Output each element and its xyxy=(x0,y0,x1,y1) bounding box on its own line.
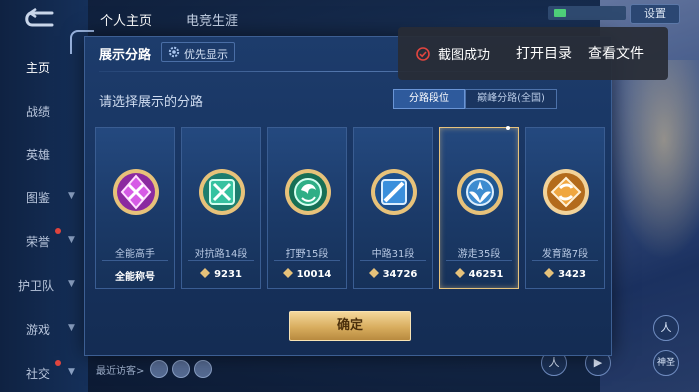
lane-score: 46251 xyxy=(440,268,518,280)
chevron-down-icon: ▼ xyxy=(68,367,75,377)
clash-lane-emblem-icon xyxy=(199,169,245,215)
selection-marker xyxy=(506,126,510,130)
score-value: 46251 xyxy=(468,269,504,280)
mid-lane-emblem-icon xyxy=(371,169,417,215)
score-value: 3423 xyxy=(558,269,586,280)
tab-peak-lane-national[interactable]: 巅峰分路(全国) xyxy=(465,89,557,109)
lane-score: 3423 xyxy=(526,268,604,280)
recent-visitors-label[interactable]: 最近访客> xyxy=(96,362,144,377)
gear-icon xyxy=(168,46,180,58)
confirm-button[interactable]: 确定 xyxy=(289,311,411,341)
sidebar-item-label: 图鉴 xyxy=(26,191,51,205)
tab-esports-career[interactable]: 电竞生涯 xyxy=(186,10,238,29)
lane-name: 中路31段 xyxy=(371,249,415,260)
sidebar: 主页 战绩 英雄 图鉴 ▼ 荣誉 ▼ 护卫队 ▼ 游戏 ▼ 社交 ▼ xyxy=(0,0,88,392)
status-chip xyxy=(548,6,626,20)
divider xyxy=(360,260,426,261)
select-lane-prompt: 请选择展示的分路 xyxy=(99,95,204,110)
lane-name: 发育路7段 xyxy=(541,249,589,260)
lane-card-farm-lane[interactable]: 发育路7段 3423 xyxy=(525,127,605,289)
points-icon xyxy=(368,268,379,278)
sidebar-item-label: 护卫队 xyxy=(18,279,55,293)
lane-score: 34726 xyxy=(354,268,432,280)
notification-dot xyxy=(55,360,61,366)
score-value: 9231 xyxy=(214,269,242,280)
display-lane-dialog: 展示分路 优先显示 请选择展示的分路 分路段位 巅峰分路(全国) 全能高手 全能… xyxy=(84,36,612,356)
screenshot-toast: 截图成功 打开目录 查看文件 xyxy=(398,27,668,80)
view-file-link[interactable]: 查看文件 xyxy=(588,43,644,63)
settings-button[interactable]: 设置 xyxy=(630,4,680,24)
score-value: 34726 xyxy=(382,269,418,280)
avatar[interactable] xyxy=(194,360,212,378)
jungle-emblem-icon xyxy=(285,169,331,215)
avatar[interactable] xyxy=(172,360,190,378)
divider xyxy=(446,260,512,261)
sidebar-item-games[interactable]: 游戏 ▼ xyxy=(0,318,88,340)
tab-profile[interactable]: 个人主页 xyxy=(100,10,152,29)
lane-card-clash-lane[interactable]: 对抗路14段 9231 xyxy=(181,127,261,289)
sidebar-item-label: 社交 xyxy=(26,367,51,381)
sidebar-item-label: 游戏 xyxy=(26,323,51,337)
right-control-divine[interactable]: 神圣 xyxy=(653,350,679,376)
chevron-down-icon: ▼ xyxy=(68,323,75,333)
sidebar-item-codex[interactable]: 图鉴 ▼ xyxy=(0,186,88,208)
divider xyxy=(274,260,340,261)
sidebar-item-label: 主页 xyxy=(26,61,51,75)
open-directory-link[interactable]: 打开目录 xyxy=(516,43,572,63)
lane-name: 全能高手 xyxy=(115,249,155,260)
tab-lane-rank[interactable]: 分路段位 xyxy=(393,89,465,109)
points-icon xyxy=(282,268,293,278)
lane-card-jungle[interactable]: 打野15段 10014 xyxy=(267,127,347,289)
battery-icon xyxy=(554,9,566,17)
avatar[interactable] xyxy=(150,360,168,378)
sidebar-item-record[interactable]: 战绩 xyxy=(0,100,88,122)
lane-score: 9231 xyxy=(182,268,260,280)
lane-card-mid-lane[interactable]: 中路31段 34726 xyxy=(353,127,433,289)
roam-emblem-icon xyxy=(457,169,503,215)
points-icon xyxy=(544,268,555,278)
sidebar-item-home[interactable]: 主页 xyxy=(0,56,88,78)
dialog-title: 展示分路 xyxy=(99,48,152,63)
visitor-avatars xyxy=(150,360,216,382)
lane-name: 游走35段 xyxy=(457,249,501,260)
chevron-down-icon: ▼ xyxy=(68,235,75,245)
divider xyxy=(188,260,254,261)
lane-name: 打野15段 xyxy=(285,249,329,260)
lane-score: 10014 xyxy=(268,268,346,280)
points-icon xyxy=(200,268,211,278)
priority-display-label: 优先显示 xyxy=(184,48,228,61)
lane-card-roam[interactable]: 游走35段 46251 xyxy=(439,126,519,289)
back-arrow-icon[interactable] xyxy=(22,8,58,30)
chevron-down-icon: ▼ xyxy=(68,191,75,201)
sidebar-item-label: 荣誉 xyxy=(26,235,51,249)
priority-display-button[interactable]: 优先显示 xyxy=(161,42,235,62)
notification-dot xyxy=(55,228,61,234)
sidebar-item-honor[interactable]: 荣誉 ▼ xyxy=(0,228,88,252)
sidebar-item-social[interactable]: 社交 ▼ xyxy=(0,360,88,384)
all-rounder-emblem-icon xyxy=(113,169,159,215)
divider xyxy=(102,260,168,261)
score-value: 10014 xyxy=(296,269,332,280)
lane-card-all-rounder[interactable]: 全能高手 全能称号 xyxy=(95,127,175,289)
sidebar-item-label: 战绩 xyxy=(26,105,51,119)
lane-name: 对抗路14段 xyxy=(194,249,248,260)
right-control-person[interactable]: 人 xyxy=(653,315,679,341)
check-circle-icon xyxy=(416,47,430,61)
lane-score: 全能称号 xyxy=(96,268,174,283)
points-icon xyxy=(454,268,465,278)
sidebar-item-label: 英雄 xyxy=(26,148,51,162)
sidebar-item-guard[interactable]: 护卫队 ▼ xyxy=(0,274,88,296)
sidebar-item-heroes[interactable]: 英雄 xyxy=(0,143,88,165)
chevron-down-icon: ▼ xyxy=(68,279,75,289)
toast-message: 截图成功 xyxy=(438,48,491,63)
score-value: 全能称号 xyxy=(115,272,155,283)
farm-lane-emblem-icon xyxy=(543,169,589,215)
divider xyxy=(532,260,598,261)
